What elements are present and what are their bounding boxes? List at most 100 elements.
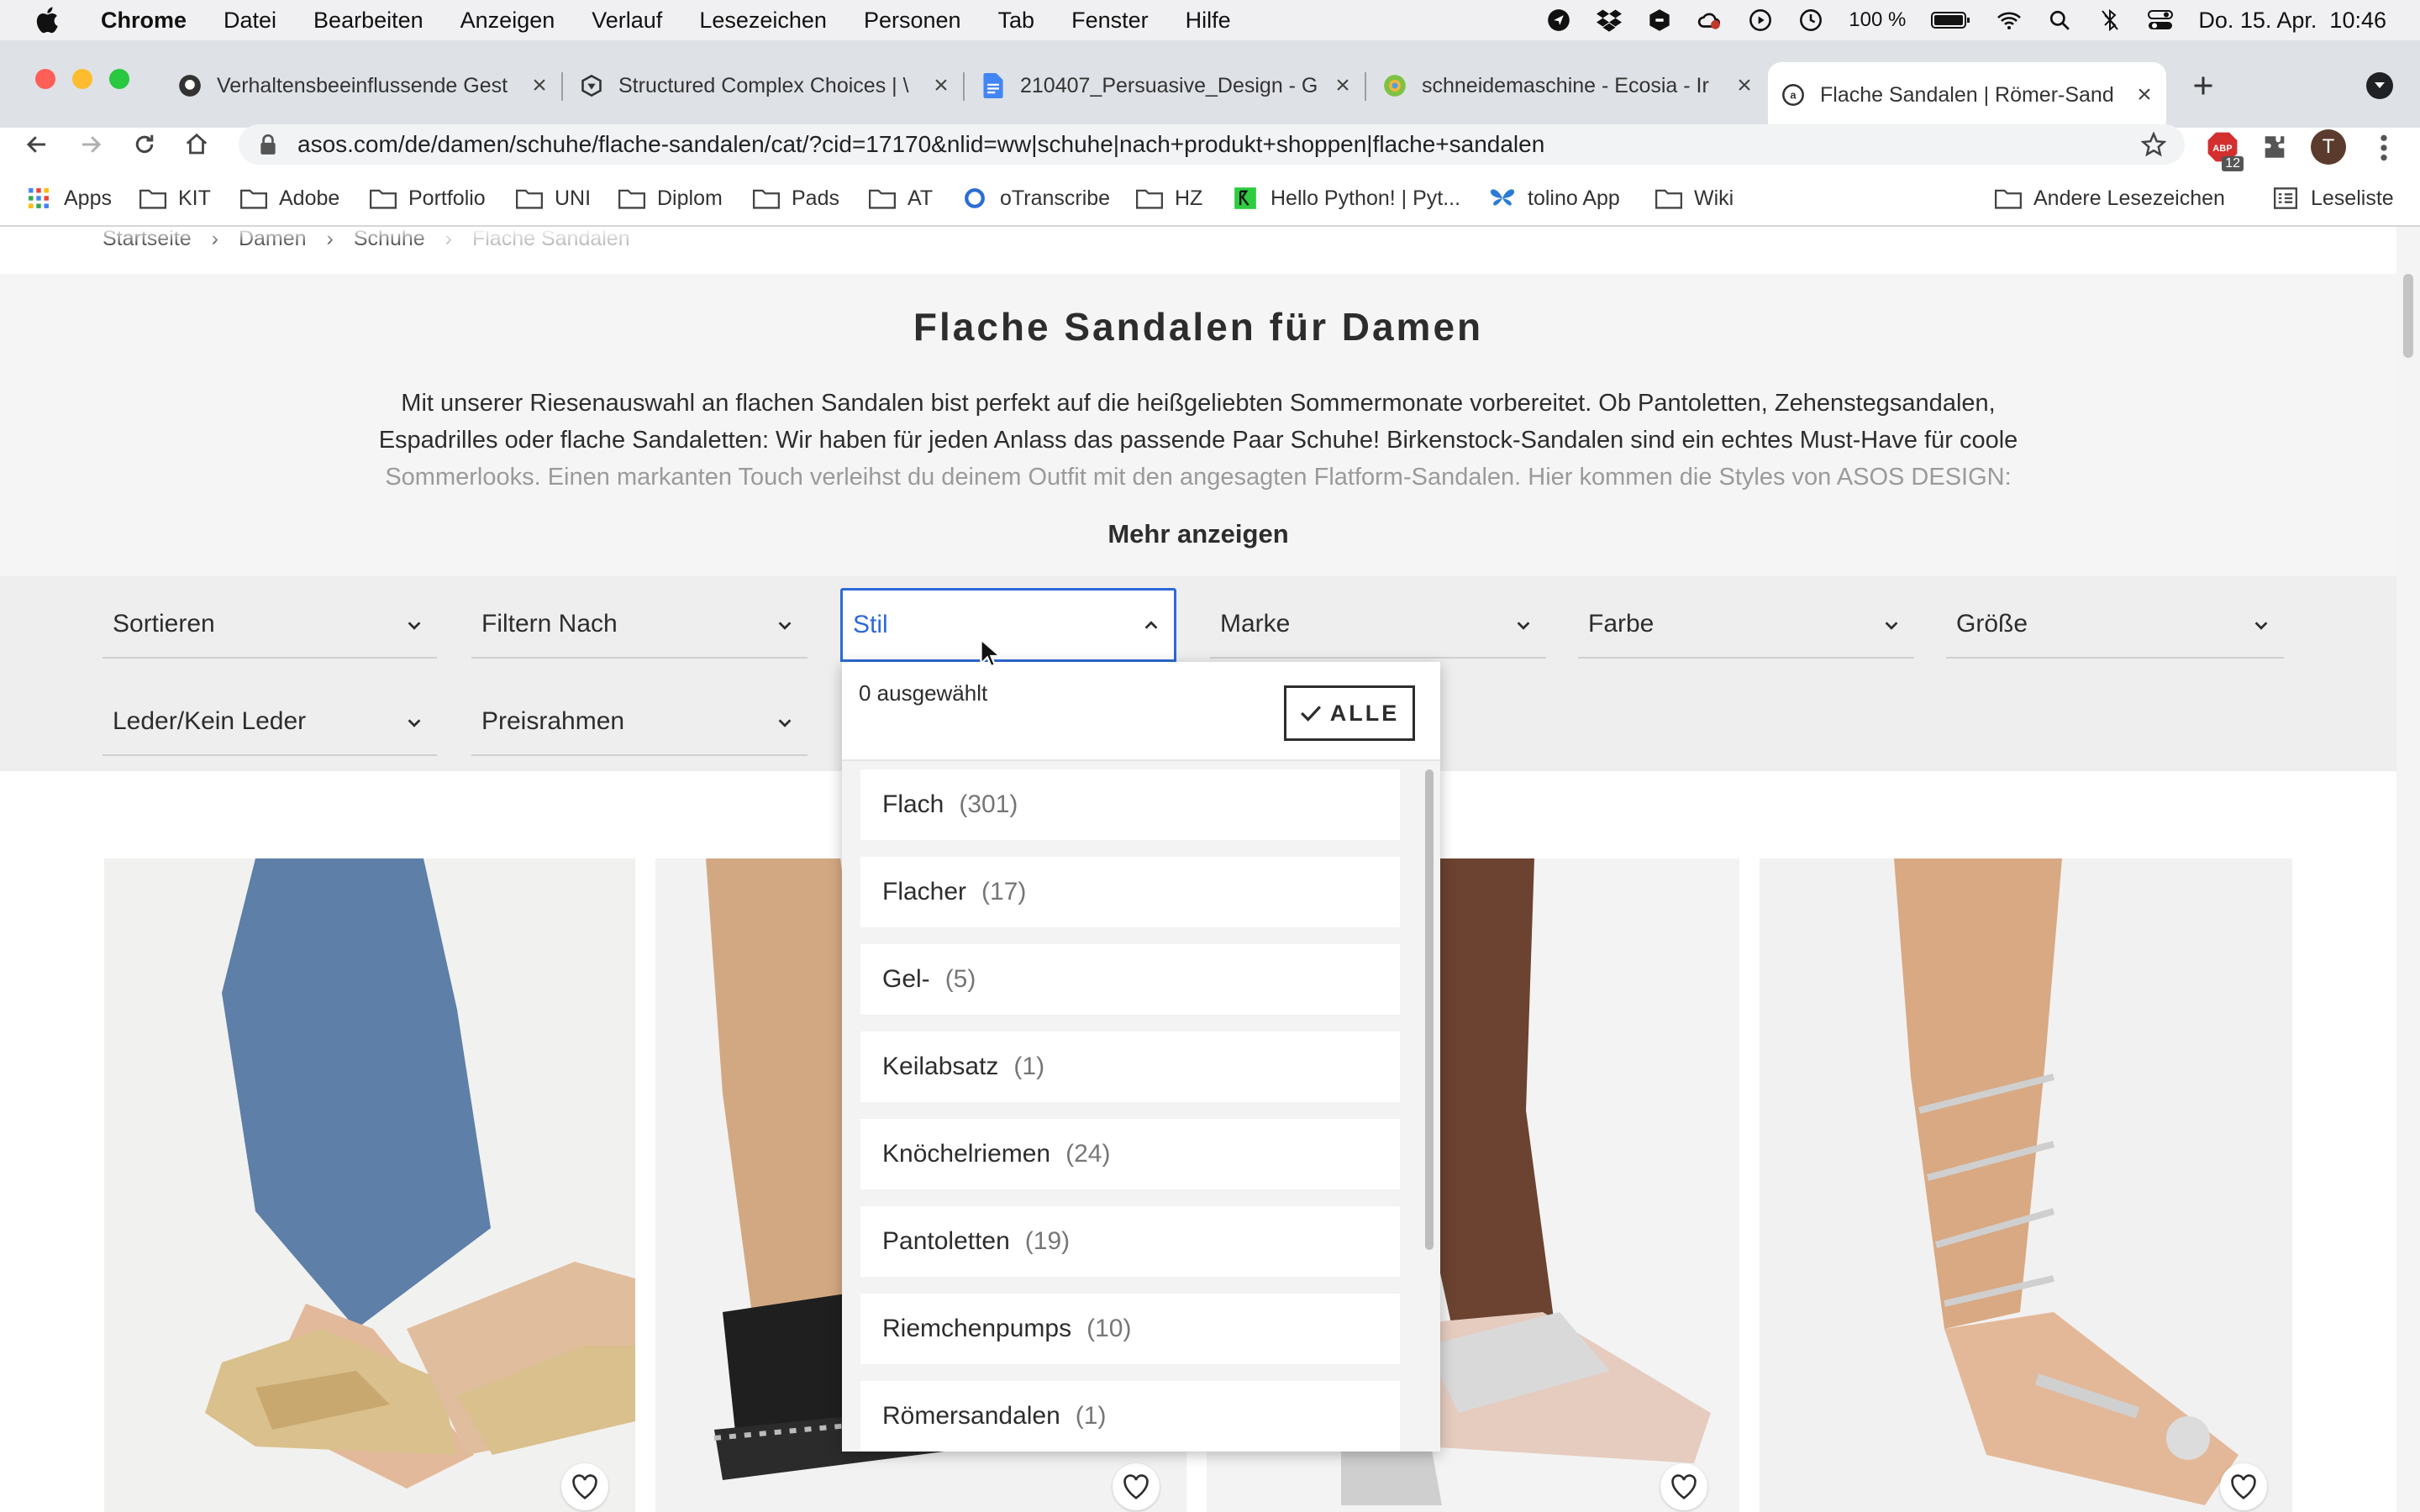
style-option[interactable]: Riemchenpumps (10) bbox=[860, 1294, 1400, 1364]
bookmark-folder[interactable]: Pads bbox=[753, 185, 839, 212]
bookmark-label: Wiki bbox=[1694, 186, 1734, 210]
bookmark-otranscribe[interactable]: oTranscribe bbox=[961, 185, 1110, 212]
bookmark-folder[interactable]: HZ bbox=[1136, 185, 1202, 212]
menu-hilfe[interactable]: Hilfe bbox=[1186, 8, 1231, 34]
bookmark-folder[interactable]: Diplom bbox=[618, 185, 723, 212]
play-icon[interactable] bbox=[1748, 8, 1773, 33]
product-image[interactable] bbox=[104, 858, 635, 1512]
address-bar[interactable]: asos.com/de/damen/schuhe/flache-sandalen… bbox=[239, 124, 2185, 165]
macos-menu-bar: Chrome Datei Bearbeiten Anzeigen Verlauf… bbox=[0, 0, 2420, 40]
tab-close-icon[interactable]: × bbox=[2133, 82, 2156, 108]
tab-close-icon[interactable]: × bbox=[1733, 73, 1756, 98]
forward-button[interactable] bbox=[69, 123, 113, 166]
leather-dropdown[interactable]: Leder/Kein Leder bbox=[103, 689, 437, 756]
lock-icon[interactable] bbox=[259, 134, 277, 155]
new-tab-button[interactable] bbox=[2186, 69, 2220, 102]
menu-tab[interactable]: Tab bbox=[998, 8, 1035, 34]
browser-tab[interactable]: 210407_Persuasive_Design - G × bbox=[968, 60, 1365, 111]
description-line: Espadrilles oder flache Sandaletten: Wir… bbox=[378, 427, 2018, 454]
menu-app-name[interactable]: Chrome bbox=[101, 8, 187, 34]
style-option[interactable]: Römersandalen (1) bbox=[860, 1381, 1400, 1452]
style-option[interactable]: Flach (301) bbox=[860, 769, 1400, 840]
show-more-button[interactable]: Mehr anzeigen bbox=[0, 519, 2396, 549]
menu-datei[interactable]: Datei bbox=[224, 8, 276, 34]
bookmark-tolino[interactable]: tolino App bbox=[1489, 185, 1620, 212]
browser-tab[interactable]: Verhaltensbeeinflussende Gest × bbox=[165, 60, 561, 111]
window-close-button[interactable] bbox=[35, 69, 55, 89]
wishlist-heart-button[interactable] bbox=[1660, 1463, 1707, 1510]
color-dropdown[interactable]: Farbe bbox=[1578, 591, 1914, 659]
tab-search-button[interactable] bbox=[2366, 72, 2393, 99]
wishlist-heart-button[interactable] bbox=[2220, 1463, 2267, 1510]
bookmark-folder[interactable]: KIT bbox=[139, 185, 211, 212]
style-dropdown[interactable]: Stil bbox=[840, 588, 1176, 662]
wishlist-heart-button[interactable] bbox=[561, 1463, 608, 1510]
battery-icon[interactable] bbox=[1931, 8, 1971, 33]
style-option[interactable]: Flacher (17) bbox=[860, 857, 1400, 927]
control-center-icon[interactable] bbox=[2148, 8, 2174, 33]
reading-list-button[interactable]: Leseliste bbox=[2272, 185, 2394, 212]
apple-icon[interactable] bbox=[34, 5, 64, 35]
price-range-dropdown[interactable]: Preisrahmen bbox=[471, 689, 808, 756]
sort-dropdown[interactable]: Sortieren bbox=[103, 591, 437, 659]
dropbox-icon[interactable] bbox=[1597, 8, 1623, 33]
wishlist-heart-button[interactable] bbox=[1113, 1463, 1160, 1510]
option-label: Römersandalen bbox=[882, 1402, 1060, 1430]
menu-personen[interactable]: Personen bbox=[864, 8, 961, 34]
profile-avatar[interactable]: T bbox=[2311, 129, 2346, 165]
menu-fenster[interactable]: Fenster bbox=[1071, 8, 1149, 34]
browser-tab-active[interactable]: a Flache Sandalen | Römer-Sand × bbox=[1768, 62, 2166, 128]
browser-tab[interactable]: schneidemaschine - Ecosia - Ir × bbox=[1370, 60, 1766, 111]
bookmark-other-folder[interactable]: Andere Lesezeichen bbox=[1995, 185, 2225, 212]
bookmark-folder[interactable]: Portfolio bbox=[370, 185, 486, 212]
bookmark-hello-python[interactable]: Hello Python! | Pyt... bbox=[1232, 185, 1460, 212]
options-scrollbar[interactable] bbox=[1425, 769, 1434, 1250]
page-scrollbar[interactable] bbox=[2396, 227, 2420, 1512]
tab-close-icon[interactable]: × bbox=[929, 73, 953, 98]
browser-menu-button[interactable] bbox=[2371, 131, 2396, 165]
scrollbar-thumb[interactable] bbox=[2403, 274, 2413, 358]
menubar-clock[interactable]: Do. 15. Apr. 10:46 bbox=[2198, 8, 2386, 34]
menu-anzeigen[interactable]: Anzeigen bbox=[460, 8, 555, 34]
option-count: (1) bbox=[1013, 1053, 1045, 1080]
size-dropdown[interactable]: Größe bbox=[1946, 591, 2284, 659]
bookmark-folder[interactable]: Wiki bbox=[1655, 185, 1733, 212]
browser-tab[interactable]: Structured Complex Choices | \ × bbox=[566, 60, 963, 111]
url-text[interactable]: asos.com/de/damen/schuhe/flache-sandalen… bbox=[297, 131, 1544, 158]
style-option[interactable]: Keilabsatz (1) bbox=[860, 1032, 1400, 1102]
battery-percent: 100 % bbox=[1849, 8, 1907, 31]
product-image[interactable] bbox=[1760, 858, 2292, 1512]
back-button[interactable] bbox=[15, 123, 59, 166]
menu-verlauf[interactable]: Verlauf bbox=[592, 8, 662, 34]
tab-close-icon[interactable]: × bbox=[528, 73, 551, 98]
spotlight-search-icon[interactable] bbox=[2047, 8, 2072, 33]
filter-by-dropdown[interactable]: Filtern Nach bbox=[471, 591, 808, 659]
menu-bearbeiten[interactable]: Bearbeiten bbox=[313, 8, 424, 34]
style-option[interactable]: Gel- (5) bbox=[860, 944, 1400, 1015]
bookmark-folder[interactable]: UNI bbox=[516, 185, 591, 212]
window-zoom-button[interactable] bbox=[109, 69, 129, 89]
star-icon[interactable] bbox=[2141, 132, 2166, 157]
style-option[interactable]: Knöchelriemen (24) bbox=[860, 1119, 1400, 1189]
bookmark-apps[interactable]: Apps bbox=[25, 185, 112, 212]
svg-text:a: a bbox=[1790, 89, 1797, 102]
cloud-sync-icon[interactable] bbox=[1697, 8, 1723, 33]
style-option[interactable]: Pantoletten (19) bbox=[860, 1206, 1400, 1277]
wifi-icon[interactable] bbox=[1996, 8, 2022, 33]
app-cube-icon[interactable] bbox=[1647, 8, 1672, 33]
send-icon[interactable] bbox=[1546, 8, 1571, 33]
brand-dropdown[interactable]: Marke bbox=[1210, 591, 1546, 659]
bookmark-folder[interactable]: AT bbox=[869, 185, 933, 212]
bookmark-folder[interactable]: Adobe bbox=[240, 185, 339, 212]
time-machine-icon[interactable] bbox=[1798, 8, 1823, 33]
adblock-extension-button[interactable]: ABP 12 bbox=[2207, 131, 2244, 171]
select-all-button[interactable]: ALLE bbox=[1284, 685, 1415, 741]
window-minimize-button[interactable] bbox=[72, 69, 92, 89]
tab-close-icon[interactable]: × bbox=[1331, 73, 1355, 98]
bookmark-label: AT bbox=[908, 186, 934, 210]
bluetooth-off-icon[interactable] bbox=[2097, 8, 2123, 33]
menu-lesezeichen[interactable]: Lesezeichen bbox=[699, 8, 827, 34]
reload-button[interactable] bbox=[123, 123, 166, 166]
extensions-button[interactable] bbox=[2260, 133, 2291, 163]
home-button[interactable] bbox=[175, 123, 218, 166]
